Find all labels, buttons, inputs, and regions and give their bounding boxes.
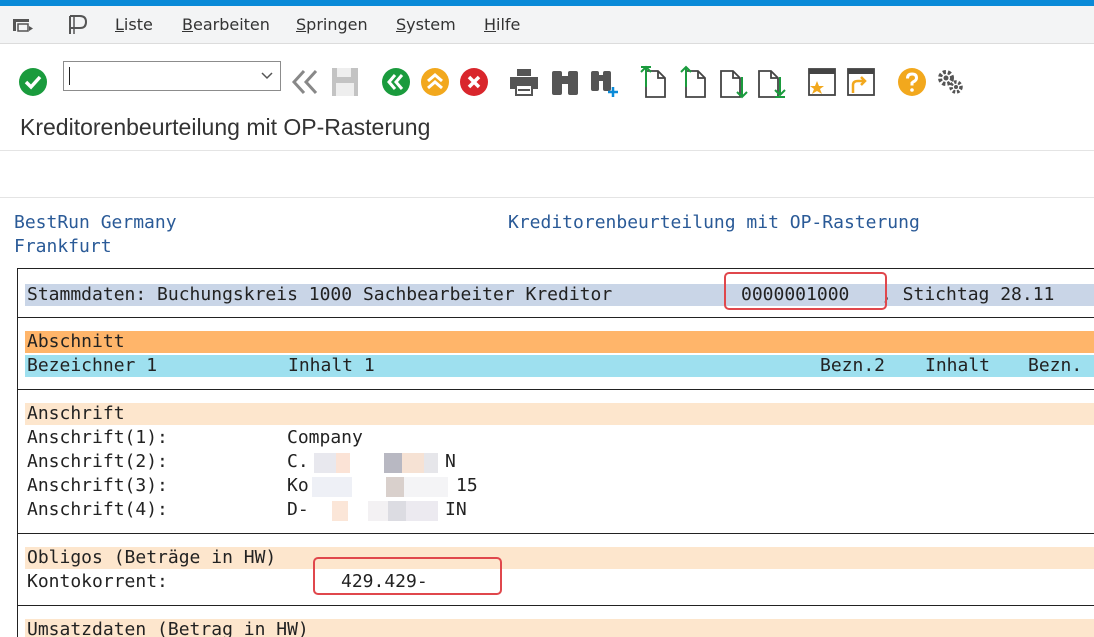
stichtag-label: , Stichtag 28.11 — [881, 284, 1055, 305]
obligos-header: Obligos (Beträge in HW) — [25, 547, 1094, 569]
cancel-icon[interactable] — [459, 67, 489, 97]
command-input[interactable] — [68, 62, 248, 88]
redacted-block — [336, 453, 350, 473]
address-label: Anschrift(1): — [27, 427, 168, 448]
kontokorrent-label: Kontokorrent: — [27, 571, 168, 592]
col-bezn: Bezn. — [1028, 355, 1083, 376]
address-value-tail: N — [445, 451, 456, 472]
gear-icon[interactable] — [934, 66, 966, 98]
new-session-star-icon[interactable] — [806, 65, 838, 99]
col-inhalt: Inhalt — [925, 355, 991, 376]
help-icon[interactable] — [897, 67, 927, 97]
address-value[interactable]: Ko — [287, 475, 309, 497]
command-field[interactable] — [63, 61, 281, 91]
umsatzdaten-label: Umsatzdaten (Betrag in HW) — [27, 619, 309, 637]
find-binoculars-icon[interactable] — [549, 67, 581, 97]
redacted-block — [384, 453, 402, 473]
exit-icon[interactable] — [420, 67, 450, 97]
separator-line — [18, 533, 1094, 534]
report-title: Kreditorenbeurteilung mit OP-Rasterung — [508, 212, 920, 233]
separator-line — [18, 605, 1094, 606]
menu-springen[interactable]: Springen — [296, 15, 368, 34]
find-next-icon[interactable] — [589, 67, 621, 97]
menu-bearbeiten[interactable]: Bearbeiten — [182, 15, 270, 34]
text-caret — [69, 67, 70, 85]
list-item: Anschrift(4): D- IN — [25, 499, 1094, 521]
column-header-row: Bezeichner 1 Inhalt 1 Bezn.2 Inhalt Bezn… — [25, 355, 1094, 377]
redacted-block — [368, 501, 388, 521]
menu-bar: Liste Bearbeiten Springen System Hilfe — [0, 6, 1094, 44]
obligos-label: Obligos (Beträge in HW) — [27, 547, 277, 568]
toolbar — [0, 45, 1094, 103]
amount-highlight — [313, 557, 502, 595]
report-list: Stammdaten: Buchungskreis 1000 Sachbearb… — [17, 268, 1094, 637]
double-chevron-left-icon[interactable] — [290, 67, 322, 97]
save-icon[interactable] — [330, 66, 360, 98]
redacted-block — [332, 501, 348, 521]
company-name: BestRun Germany — [14, 212, 177, 233]
anschrift-header: Anschrift — [25, 403, 1094, 425]
col-bezn-2: Bezn.2 — [820, 355, 886, 376]
address-label: Anschrift(4): — [27, 499, 168, 520]
redacted-block — [312, 477, 352, 497]
print-icon[interactable] — [508, 67, 540, 97]
col-inhalt-1: Inhalt 1 — [288, 355, 375, 376]
address-value-tail: 15 — [456, 475, 478, 496]
anschrift-label: Anschrift — [27, 403, 125, 424]
list-item: Anschrift(2): C. N — [25, 451, 1094, 473]
vendor-number-highlight — [724, 272, 887, 310]
redacted-block — [402, 453, 424, 473]
enter-check-icon[interactable] — [18, 67, 48, 97]
separator-line — [18, 389, 1094, 390]
page-title: Kreditorenbeurteilung mit OP-Rasterung — [20, 114, 431, 140]
redacted-block — [424, 453, 438, 473]
menu-system[interactable]: System — [396, 15, 456, 34]
sap-logo-icon[interactable] — [66, 12, 92, 38]
separator-line — [18, 317, 1094, 318]
first-page-icon[interactable] — [638, 65, 668, 99]
abschnitt-header: Abschnitt — [25, 331, 1094, 353]
menu-toggle-icon[interactable] — [12, 17, 34, 33]
menu-liste[interactable]: Liste — [115, 15, 153, 34]
stammdaten-label: Stammdaten: Buchungskreis 1000 Sachbearb… — [27, 284, 613, 305]
redacted-block — [406, 501, 438, 521]
title-bar: Kreditorenbeurteilung mit OP-Rasterung — [0, 103, 1094, 151]
col-bezeichner-1: Bezeichner 1 — [27, 355, 158, 376]
next-page-icon[interactable] — [718, 65, 748, 99]
shortcut-icon[interactable] — [845, 65, 877, 99]
redacted-block — [314, 453, 336, 473]
redacted-block — [404, 477, 448, 497]
list-item: Anschrift(1): Company — [25, 427, 1094, 449]
menu-hilfe[interactable]: Hilfe — [484, 15, 520, 34]
back-icon[interactable] — [381, 67, 411, 97]
address-label: Anschrift(3): — [27, 475, 168, 496]
redacted-block — [388, 501, 406, 521]
address-value[interactable]: D- — [287, 499, 309, 521]
application-toolbar — [0, 152, 1094, 198]
list-item: Anschrift(3): Ko 15 — [25, 475, 1094, 497]
abschnitt-label: Abschnitt — [27, 331, 125, 352]
umsatzdaten-header: Umsatzdaten (Betrag in HW) — [25, 619, 1094, 637]
previous-page-icon[interactable] — [678, 65, 708, 99]
stammdaten-row: Stammdaten: Buchungskreis 1000 Sachbearb… — [25, 284, 1094, 306]
address-value[interactable]: C. — [287, 451, 309, 473]
company-city: Frankfurt — [14, 236, 112, 257]
redacted-block — [386, 477, 404, 497]
address-value[interactable]: Company — [287, 427, 363, 449]
address-value-tail: IN — [445, 499, 467, 520]
chevron-down-icon[interactable] — [260, 68, 274, 82]
last-page-icon[interactable] — [756, 65, 786, 99]
address-label: Anschrift(2): — [27, 451, 168, 472]
kontokorrent-row: Kontokorrent: 429.429- — [25, 571, 1094, 593]
